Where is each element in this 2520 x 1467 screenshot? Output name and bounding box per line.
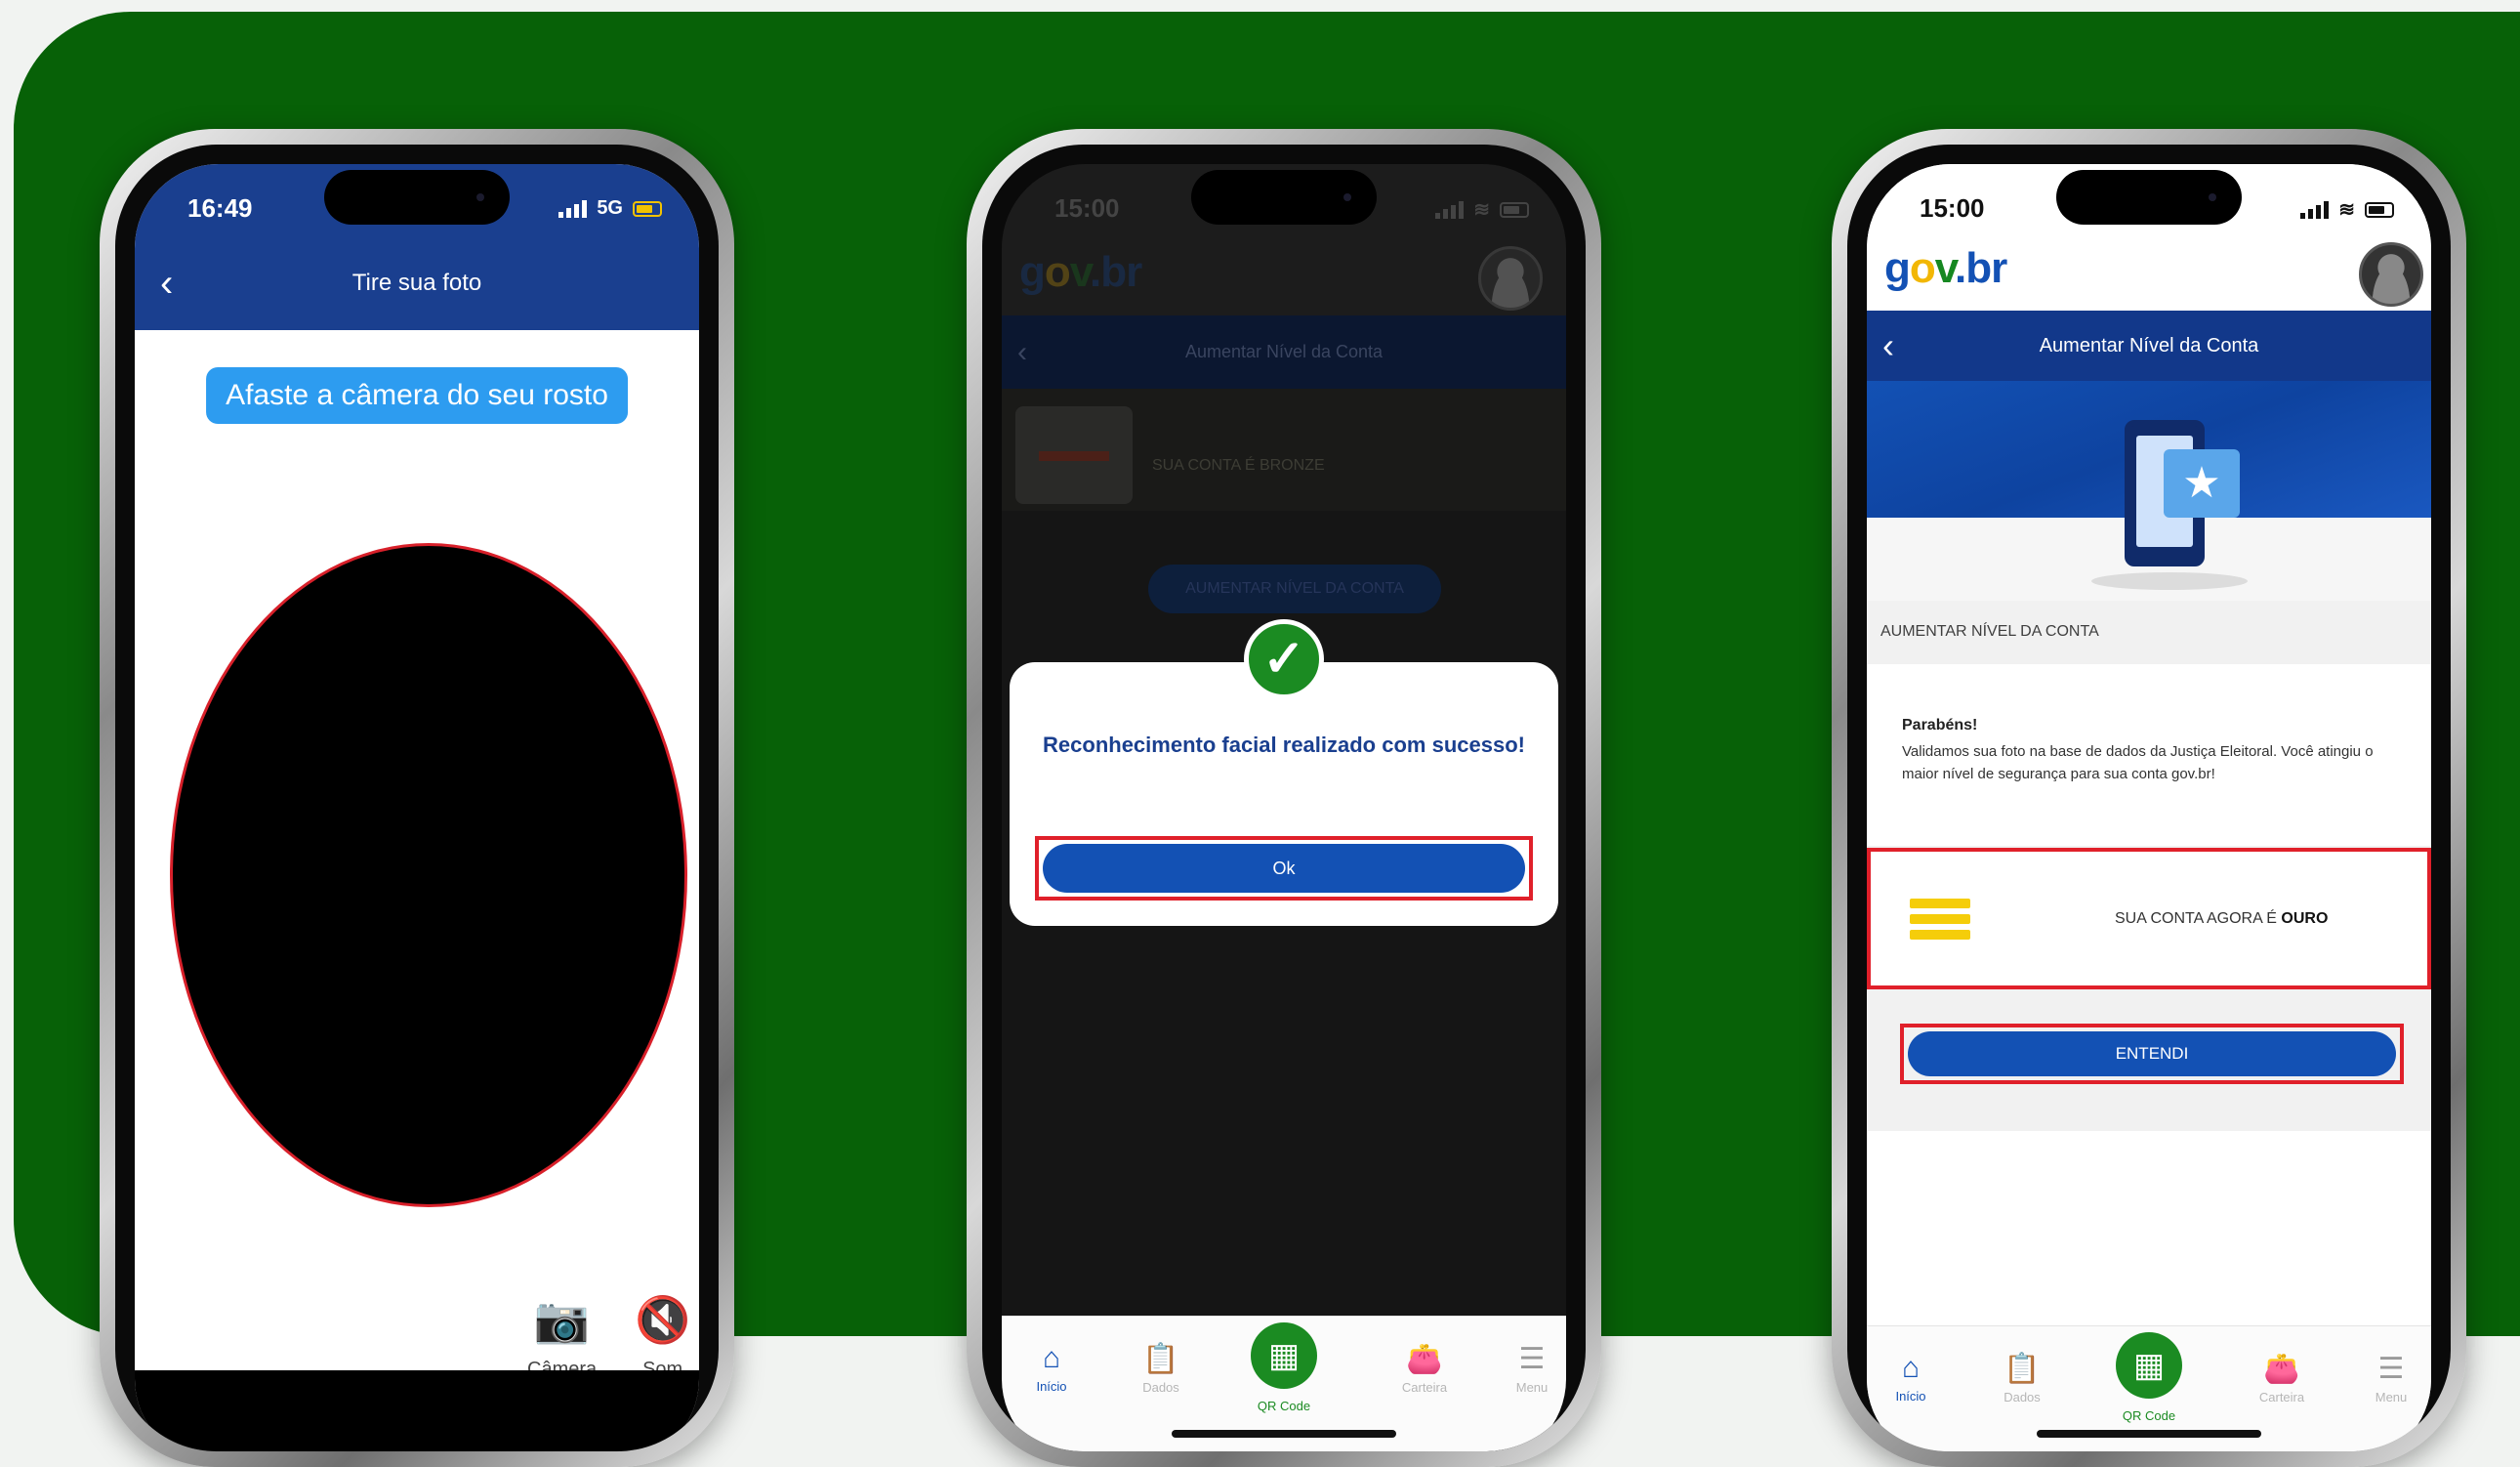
menu-icon: ☰: [1518, 1343, 1546, 1375]
signal-icon: [558, 199, 588, 218]
camera-switch-icon: 📷: [533, 1294, 591, 1345]
congrats-text: Validamos sua foto na base de dados da J…: [1902, 743, 2374, 782]
avatar[interactable]: [2359, 242, 2423, 307]
home-indicator: [1172, 1430, 1396, 1438]
back-arrow-icon[interactable]: ‹: [1882, 311, 1894, 381]
tab-menu[interactable]: ☰ Menu: [2347, 1352, 2431, 1404]
status-time: 16:49: [187, 193, 253, 223]
nav-title: Aumentar Nível da Conta: [1184, 342, 1384, 361]
tab-carteira[interactable]: 👛 Carteira: [2238, 1352, 2326, 1404]
status-time: 15:00: [1054, 193, 1120, 223]
battery-icon: [633, 200, 662, 217]
phone-camera-screen: 16:49 5G ‹ Tire sua foto Afaste a câmera…: [100, 129, 734, 1467]
dynamic-island: [1191, 170, 1377, 225]
bronze-level-icon: [1015, 406, 1133, 504]
sound-toggle-button[interactable]: 🔇 Som: [635, 1293, 690, 1381]
wifi-icon: ≋: [1473, 199, 1490, 221]
home-icon: ⌂: [1042, 1342, 1061, 1374]
qr-code-label: QR Code: [1257, 1399, 1311, 1413]
wifi-icon: ≋: [2338, 199, 2355, 221]
highlight-box: ENTENDI: [1900, 1024, 2404, 1084]
phone-screen: 16:49 5G ‹ Tire sua foto Afaste a câmera…: [135, 164, 699, 1451]
screen-bottom: [135, 1370, 699, 1451]
gold-level-card: SUA CONTA AGORA É OURO: [1867, 848, 2431, 989]
tab-carteira[interactable]: 👛 Carteira: [1381, 1342, 1468, 1395]
section-label: AUMENTAR NÍVEL DA CONTA: [1880, 623, 2099, 640]
network-label: 5G: [597, 197, 623, 219]
wallet-icon: 👛: [2263, 1353, 2300, 1385]
tab-dados[interactable]: 📋 Dados: [1978, 1352, 2066, 1404]
highlight-box: Ok: [1035, 836, 1533, 901]
battery-icon: [2365, 201, 2394, 218]
nav-title: Aumentar Nível da Conta: [2039, 335, 2259, 356]
battery-icon: [1500, 201, 1529, 218]
status-icons: ≋: [2300, 197, 2394, 222]
status-icons: ≋: [1435, 197, 1529, 222]
face-capture-frame: [170, 543, 687, 1207]
tab-dados[interactable]: 📋 Dados: [1117, 1342, 1205, 1395]
illustration-shadow: [2091, 572, 2248, 590]
wallet-icon: 👛: [1406, 1343, 1443, 1375]
back-arrow-icon[interactable]: ‹: [1017, 315, 1027, 389]
qr-code-icon: ▦: [2116, 1332, 2182, 1399]
phone-bezel: 15:00 ≋ gov.br ‹ Aumentar Nível da Conta: [1847, 145, 2451, 1451]
congrats-title: Parabéns!: [1902, 717, 1978, 734]
phone-level-gold: 15:00 ≋ gov.br ‹ Aumentar Nível da Conta: [1832, 129, 2466, 1467]
entendi-button[interactable]: ENTENDI: [1908, 1031, 2396, 1076]
qr-code-label: QR Code: [2122, 1408, 2176, 1423]
gold-level-icon: [1910, 899, 1970, 945]
phone-screen: 15:00 ≋ gov.br ‹ Aumentar Nível da Conta: [1867, 164, 2431, 1451]
phone-bezel: 15:00 ≋ gov.br ‹ Aumentar Nível da Conta: [982, 145, 1586, 1451]
avatar[interactable]: [1478, 246, 1543, 311]
success-dialog: Reconhecimento facial realizado com suce…: [1010, 662, 1558, 926]
qr-code-icon: ▦: [1251, 1322, 1317, 1389]
nav-bar: ‹ Aumentar Nível da Conta: [1002, 315, 1566, 389]
increase-level-button[interactable]: AUMENTAR NÍVEL DA CONTA: [1148, 565, 1441, 613]
clipboard-icon: 📋: [2004, 1353, 2041, 1385]
status-icons: 5G: [558, 197, 662, 220]
phone-bezel: 16:49 5G ‹ Tire sua foto Afaste a câmera…: [115, 145, 719, 1451]
govbr-logo: gov.br: [1884, 244, 2007, 292]
account-level-card: SUA CONTA É BRONZE: [1002, 389, 1566, 511]
tab-inicio[interactable]: ⌂ Início: [1867, 1352, 1955, 1404]
level-name: OURO: [2281, 910, 2329, 927]
tab-inicio[interactable]: ⌂ Início: [1008, 1342, 1095, 1394]
account-level-text: SUA CONTA É BRONZE: [1152, 457, 1325, 474]
status-time: 15:00: [1920, 193, 1985, 223]
menu-icon: ☰: [2377, 1353, 2405, 1385]
level-text: SUA CONTA AGORA É OURO: [2115, 910, 2329, 927]
dialog-message: Reconhecimento facial realizado com suce…: [1043, 733, 1525, 757]
congrats-card: Parabéns! Validamos sua foto na base de …: [1867, 664, 2431, 846]
instruction-message: Afaste a câmera do seu rosto: [206, 367, 628, 424]
phone-success-dialog: 15:00 ≋ gov.br ‹ Aumentar Nível da Conta: [967, 129, 1601, 1467]
empty-area: [1867, 1131, 2431, 1326]
signal-icon: [1435, 200, 1465, 219]
clipboard-icon: 📋: [1142, 1343, 1179, 1375]
dynamic-island: [2056, 170, 2242, 225]
govbr-logo: gov.br: [1019, 248, 1142, 296]
star-icon: ★: [2164, 449, 2240, 518]
header-title: Tire sua foto: [351, 270, 482, 296]
ok-button[interactable]: Ok: [1043, 844, 1525, 893]
signal-icon: [2300, 200, 2330, 219]
dynamic-island: [324, 170, 510, 225]
camera-switch-button[interactable]: 📷 Câmera: [527, 1293, 597, 1381]
home-indicator: [2037, 1430, 2261, 1438]
success-check-icon: ✓: [1244, 619, 1324, 699]
nav-bar: ‹ Aumentar Nível da Conta: [1867, 311, 2431, 381]
phone-screen: 15:00 ≋ gov.br ‹ Aumentar Nível da Conta: [1002, 164, 1566, 1451]
home-icon: ⌂: [1901, 1352, 1921, 1384]
sound-off-icon: 🔇: [635, 1294, 691, 1345]
tab-menu[interactable]: ☰ Menu: [1488, 1342, 1566, 1395]
